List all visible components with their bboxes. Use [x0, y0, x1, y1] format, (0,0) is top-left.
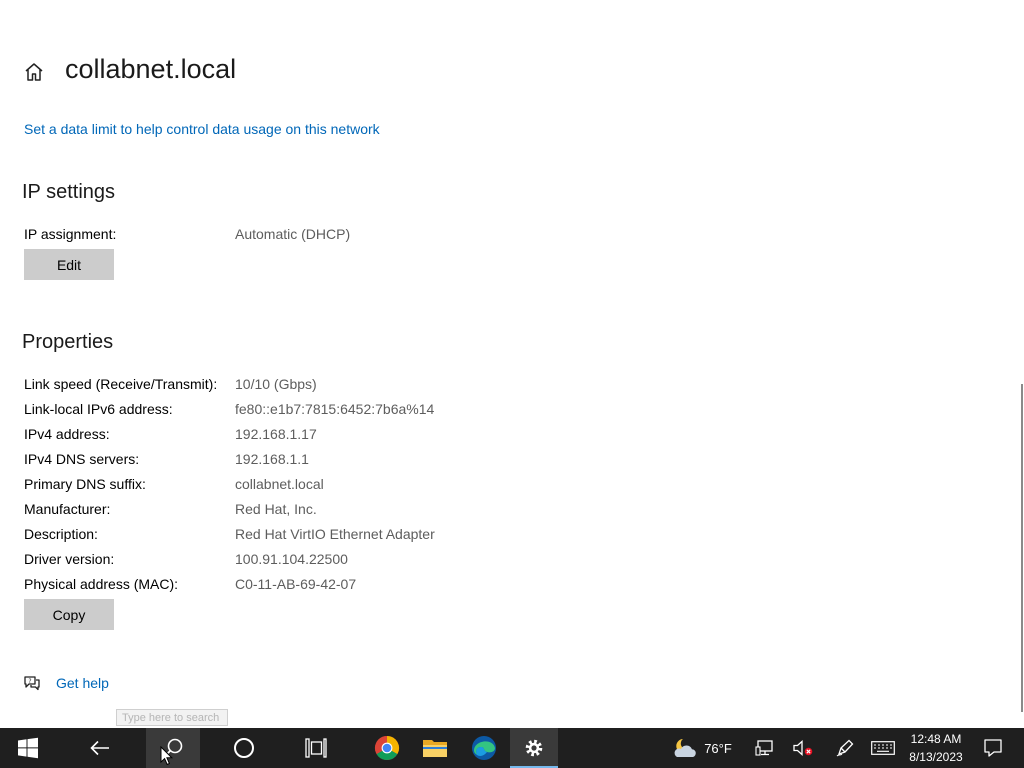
touch-keyboard-button[interactable]: [868, 728, 898, 768]
property-label: Description:: [24, 526, 98, 542]
taskbar: 76°F 12:48 AM 8/13/2023: [0, 728, 1024, 768]
ip-assignment-value: Automatic (DHCP): [235, 226, 351, 242]
clock-time: 12:48 AM: [910, 732, 962, 746]
edge-icon: [472, 736, 496, 760]
properties-heading: Properties: [22, 331, 114, 353]
network-tray-button[interactable]: [750, 728, 778, 768]
volume-tray-button[interactable]: [788, 728, 818, 768]
page-title: collabnet.local: [65, 54, 237, 84]
data-limit-link[interactable]: Set a data limit to help control data us…: [24, 121, 380, 137]
network-icon: [755, 740, 773, 756]
property-label: Primary DNS suffix:: [24, 476, 146, 492]
volume-muted-icon: [793, 740, 813, 756]
ip-settings-heading: IP settings: [22, 181, 116, 203]
property-label: Manufacturer:: [24, 501, 111, 517]
pen-icon: [836, 739, 854, 757]
folder-icon: [423, 740, 447, 757]
get-help-link[interactable]: Get help: [56, 675, 109, 691]
property-value: 100.91.104.22500: [235, 551, 348, 567]
pen-workspace-button[interactable]: [832, 728, 858, 768]
start-button[interactable]: [0, 728, 56, 768]
cloudy-moon-icon: [674, 739, 696, 757]
property-label: Driver version:: [24, 551, 115, 567]
task-view-icon: [305, 738, 327, 758]
edit-button[interactable]: Edit: [24, 249, 114, 280]
chrome-taskbar-button[interactable]: [364, 728, 410, 768]
edge-taskbar-button[interactable]: [461, 728, 507, 768]
clock-date: 8/13/2023: [909, 750, 963, 764]
property-value: C0-11-AB-69-42-07: [235, 576, 357, 592]
search-tooltip: Type here to search: [116, 709, 228, 726]
svg-text:?: ?: [28, 678, 31, 685]
ip-assignment-label: IP assignment:: [24, 226, 117, 242]
property-label: IPv4 address:: [24, 426, 110, 442]
scrollbar[interactable]: [1021, 384, 1023, 712]
cortana-button[interactable]: [220, 728, 268, 768]
property-value: Red Hat VirtIO Ethernet Adapter: [235, 526, 435, 542]
property-label: Physical address (MAC):: [24, 576, 179, 592]
windows-icon: [18, 737, 38, 759]
weather-temperature[interactable]: 76°F: [700, 728, 736, 768]
settings-taskbar-button[interactable]: [510, 728, 558, 768]
copy-button[interactable]: Copy: [24, 599, 114, 630]
property-value: Red Hat, Inc.: [235, 501, 317, 517]
property-value: collabnet.local: [235, 476, 324, 492]
back-button[interactable]: [76, 728, 124, 768]
property-label: IPv4 DNS servers:: [24, 451, 140, 467]
get-help-icon: ?: [24, 676, 40, 691]
mouse-cursor-icon: [160, 746, 174, 766]
settings-window: collabnet.local Set a data limit to help…: [0, 0, 1024, 728]
home-icon[interactable]: [22, 60, 46, 84]
property-label: Link-local IPv6 address:: [24, 401, 173, 417]
keyboard-icon: [871, 741, 895, 755]
property-value: fe80::e1b7:7815:6452:7b6a%14: [235, 401, 435, 417]
weather-button[interactable]: [670, 728, 700, 768]
file-explorer-taskbar-button[interactable]: [412, 728, 458, 768]
gear-icon: [525, 739, 543, 757]
property-value: 10/10 (Gbps): [235, 376, 317, 392]
property-label: Link speed (Receive/Transmit):: [24, 376, 218, 392]
chrome-icon: [374, 736, 400, 761]
notification-icon: [984, 739, 1002, 757]
property-value: 192.168.1.1: [235, 451, 309, 467]
task-view-button[interactable]: [292, 728, 340, 768]
back-arrow-icon: [90, 740, 109, 756]
property-value: 192.168.1.17: [235, 426, 317, 442]
action-center-button[interactable]: [978, 728, 1008, 768]
taskbar-clock[interactable]: 12:48 AM 8/13/2023: [904, 730, 968, 766]
cortana-icon: [234, 738, 254, 758]
